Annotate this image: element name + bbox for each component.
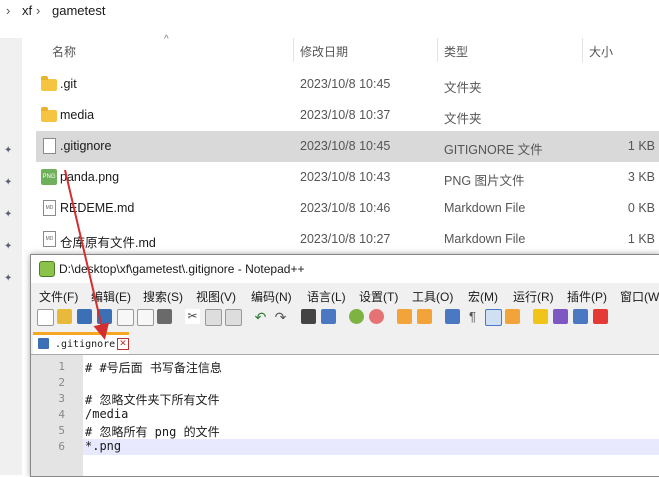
function-list-icon[interactable] [553,309,568,324]
zoom-in-icon[interactable] [349,309,364,324]
doc-map-icon[interactable] [533,309,548,324]
cut-icon[interactable]: ✂ [185,309,200,324]
code-line: /media [85,407,129,421]
breadcrumb-chevron-icon: › [6,3,11,18]
tab-bar: .gitignore ✕ [31,332,659,355]
breadcrumb-item-gametest[interactable]: gametest [52,3,105,18]
pin-icon[interactable]: ✦ [4,242,14,252]
line-number: 1 [58,360,65,373]
notepadpp-logo-icon [39,261,55,277]
code-line: *.png [85,439,122,453]
pin-icon[interactable]: ✦ [4,210,14,220]
menu-language[interactable]: 语言(L) [307,288,346,305]
menu-window[interactable]: 窗口(W [620,288,659,305]
sync-horizontal-icon[interactable] [417,309,432,324]
notepadpp-window: D:\desktop\xf\gametest\.gitignore - Note… [30,254,659,477]
line-number: 3 [58,392,65,405]
menu-run[interactable]: 运行(R) [513,288,554,305]
window-title-bar[interactable]: D:\desktop\xf\gametest\.gitignore - Note… [31,255,659,283]
menu-view[interactable]: 视图(V) [196,288,236,305]
menu-search[interactable]: 搜索(S) [143,288,183,305]
record-macro-icon[interactable] [593,309,608,324]
tab-gitignore[interactable]: .gitignore ✕ [33,332,129,354]
breadcrumb-item-xf[interactable]: xf [22,3,32,18]
new-file-icon[interactable] [37,309,54,326]
toolbar: ✂ ↶ ↷ ¶ [31,307,659,329]
save-all-icon[interactable] [97,309,112,324]
save-icon[interactable] [77,309,92,324]
close-tab-icon[interactable]: ✕ [117,338,129,350]
zoom-out-icon[interactable] [369,309,384,324]
sync-vertical-icon[interactable] [397,309,412,324]
file-row[interactable]: media 2023/10/8 10:37 文件夹 [36,100,659,131]
menu-edit[interactable]: 编辑(E) [91,288,131,305]
code-line: # 忽略所有 png 的文件 [85,425,220,439]
replace-icon[interactable] [321,309,336,324]
breadcrumb-separator-icon: › [36,3,41,18]
current-line-highlight [83,439,659,455]
file-row[interactable]: PNG panda.png 2023/10/8 10:43 PNG 图片文件 3… [36,162,659,193]
print-icon[interactable] [157,309,172,324]
file-row[interactable]: MD 仓库原有文件.md 2023/10/8 10:27 Markdown Fi… [36,224,659,255]
code-line: # 忽略文件夹下所有文件 [85,393,220,407]
folder-icon [41,76,57,91]
column-header-type[interactable]: 类型 [444,43,468,60]
menu-bar: 文件(F) 编辑(E) 搜索(S) 视图(V) 编码(N) 语言(L) 设置(T… [31,285,659,305]
pin-icon[interactable]: ✦ [4,178,14,188]
menu-plugins[interactable]: 插件(P) [567,288,607,305]
pin-icon[interactable]: ✦ [4,146,14,156]
menu-tools[interactable]: 工具(O) [412,288,453,305]
code-editor[interactable]: 1 2 3 4 5 6 # #号后面 书写备注信息 # 忽略文件夹下所有文件 /… [31,355,659,476]
line-number: 5 [58,424,65,437]
file-icon [43,138,56,154]
file-row-selected[interactable]: .gitignore 2023/10/8 10:45 GITIGNORE 文件 … [36,131,659,162]
menu-settings[interactable]: 设置(T) [359,288,398,305]
menu-file[interactable]: 文件(F) [39,288,78,305]
markdown-file-icon: MD [43,231,56,247]
tab-label: .gitignore [55,339,116,350]
markdown-file-icon: MD [43,200,56,216]
line-number: 6 [58,440,65,453]
window-title: D:\desktop\xf\gametest\.gitignore - Note… [59,262,305,276]
file-row[interactable]: .git 2023/10/8 10:45 文件夹 [36,69,659,100]
image-file-icon: PNG [41,169,57,185]
close-all-icon[interactable] [137,309,154,326]
file-explorer: › xf › gametest ✦ ✦ ✦ ✦ ✦ ^ 名称 修改日期 类型 大… [0,0,659,475]
line-number: 4 [58,408,65,421]
folder-workspace-icon[interactable] [573,309,588,324]
menu-encoding[interactable]: 编码(N) [251,288,292,305]
menu-macro[interactable]: 宏(M) [468,288,498,305]
word-wrap-icon[interactable] [445,309,460,324]
code-line: # #号后面 书写备注信息 [85,361,222,375]
column-header-date[interactable]: 修改日期 [300,43,348,60]
undo-icon[interactable]: ↶ [253,309,268,325]
open-file-icon[interactable] [57,309,72,324]
navigation-pane: ✦ ✦ ✦ ✦ ✦ [0,38,22,475]
find-icon[interactable] [301,309,316,324]
paste-icon[interactable] [225,309,242,326]
language-icon[interactable] [505,309,520,324]
column-header-size[interactable]: 大小 [589,43,613,60]
saved-file-icon [38,338,49,349]
indent-guide-icon[interactable] [485,309,502,326]
line-number: 2 [58,376,65,389]
column-header-name[interactable]: 名称 [52,43,76,60]
redo-icon[interactable]: ↷ [273,309,288,325]
close-file-icon[interactable] [117,309,134,326]
folder-icon [41,107,57,122]
copy-icon[interactable] [205,309,222,326]
pin-icon[interactable]: ✦ [4,274,14,284]
file-row[interactable]: MD REDEME.md 2023/10/8 10:46 Markdown Fi… [36,193,659,224]
line-number-gutter: 1 2 3 4 5 6 [31,355,83,476]
show-all-chars-icon[interactable]: ¶ [465,309,480,324]
sort-ascending-icon: ^ [164,34,169,45]
